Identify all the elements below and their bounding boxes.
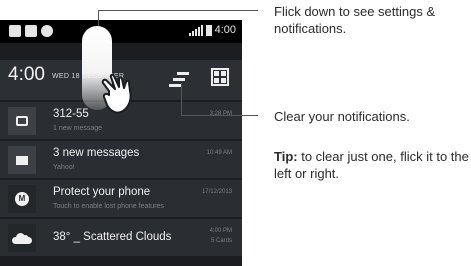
battery-icon — [205, 24, 212, 36]
notification-subtitle: Yahoo! — [53, 164, 75, 171]
hand-pointer-icon — [101, 73, 132, 114]
notification-item-weather[interactable]: 38° _ Scattered Clouds 4:00 PM 5 Cards — [0, 218, 242, 256]
mail-icon — [16, 155, 28, 165]
notification-title: 312-55 — [53, 108, 89, 120]
mail-icon-box — [8, 146, 36, 174]
mail-icon — [25, 25, 37, 37]
motorola-icon-box: M — [8, 185, 36, 213]
tip-callout: Tip: to clear just one, flick it to the … — [274, 148, 470, 182]
notification-meta: 5 Cards — [210, 238, 232, 244]
message-icon — [16, 116, 28, 126]
tip-label: Tip: — [274, 149, 298, 164]
flick-callout: Flick down to see settings & notificatio… — [274, 4, 436, 36]
cloud-icon — [12, 232, 32, 244]
notification-subtitle: Touch to enable lost phone features — [53, 203, 164, 210]
motorola-icon: M — [15, 192, 29, 206]
flick-callout-line — [98, 10, 258, 11]
shade-clock: 4:00 — [8, 64, 45, 85]
clear-callout: Clear your notifications. — [274, 109, 410, 124]
notification-shade: 4:00 4:00 WED 18 DECEMBER 312-55 1 new m… — [0, 20, 242, 266]
notification-subtitle: 1 new message — [53, 125, 103, 132]
notification-time: 4:00 PM — [209, 228, 232, 234]
notification-title: 3 new messages — [53, 147, 140, 159]
status-bar[interactable]: 4:00 — [0, 20, 242, 43]
notification-time: 17/12/2013 — [201, 189, 232, 195]
tip-text: to clear just one, flick it to the left … — [274, 149, 469, 181]
notification-title: 38° _ Scattered Clouds — [53, 231, 172, 243]
message-icon-box — [8, 107, 36, 135]
signal-icon — [188, 24, 203, 36]
notification-time: 10:49 AM — [206, 150, 232, 156]
notification-time: 3:28 PM — [209, 111, 232, 117]
flick-callout-drop — [98, 10, 99, 26]
message-icon — [9, 25, 21, 37]
notification-title: Protect your phone — [53, 186, 151, 198]
clear-callout-line — [181, 115, 258, 116]
quick-settings-button[interactable] — [211, 68, 229, 86]
clear-callout-drop — [181, 83, 182, 115]
status-time: 4:00 — [214, 24, 236, 36]
clear-notifications-button[interactable] — [168, 70, 190, 92]
notification-item-mail[interactable]: 3 new messages Yahoo! 10:49 AM — [0, 140, 242, 178]
motorola-icon — [41, 25, 53, 37]
notification-item-protect[interactable]: M Protect your phone Touch to enable los… — [0, 179, 242, 217]
cloud-icon-box — [8, 224, 36, 252]
